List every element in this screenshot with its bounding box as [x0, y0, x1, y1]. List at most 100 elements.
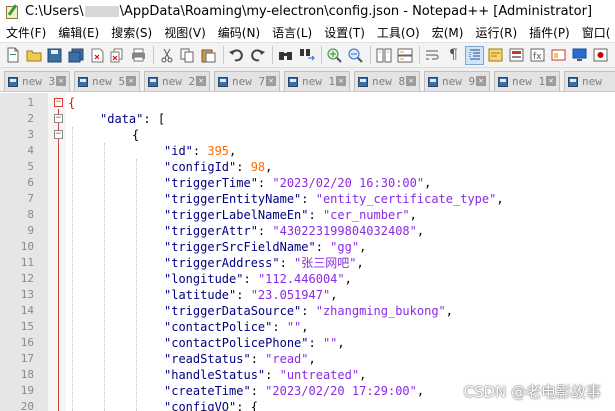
tab-new-2[interactable]: new 2 ✕ — [144, 71, 210, 91]
folder-workspace-icon[interactable] — [549, 46, 568, 65]
line-number: 14 — [20, 304, 34, 317]
code-token: , — [356, 256, 364, 270]
menu-tools[interactable]: 工具(O) — [371, 24, 426, 41]
show-all-chars-icon[interactable]: ¶ — [444, 46, 463, 65]
save-icon[interactable] — [45, 46, 64, 65]
line-number: 10 — [20, 240, 34, 253]
tab-close-icon[interactable]: ✕ — [406, 76, 416, 86]
tab-new-3[interactable]: new 3 ✕ — [4, 71, 70, 91]
tab-new-11[interactable]: new 11 ✕ — [494, 71, 560, 91]
paste-icon[interactable] — [199, 46, 218, 65]
word-wrap-icon[interactable] — [423, 46, 442, 65]
line-number: 1 — [27, 96, 34, 109]
code-line[interactable]: "longitude": "112.446004", — [164, 271, 352, 287]
tab-label: new 7 — [232, 75, 266, 88]
monitor-icon[interactable] — [570, 46, 589, 65]
find-icon[interactable] — [276, 46, 295, 65]
tab-label: new 9 — [442, 75, 476, 88]
menu-run[interactable]: 运行(R) — [469, 24, 523, 41]
open-file-icon[interactable] — [24, 46, 43, 65]
tab-new-7[interactable]: new 7 ✕ — [214, 71, 280, 91]
code-line[interactable]: { — [132, 127, 139, 143]
fold-toggle-icon[interactable]: − — [54, 114, 63, 123]
menu-edit[interactable]: 编辑(E) — [52, 24, 105, 41]
tab-close-icon[interactable]: ✕ — [546, 76, 556, 86]
code-line[interactable]: "triggerAddress": "张三网吧", — [164, 255, 364, 271]
sync-horizontal-icon[interactable] — [395, 46, 414, 65]
close-icon[interactable] — [87, 46, 106, 65]
close-all-icon[interactable] — [108, 46, 127, 65]
code-line[interactable]: "triggerSrcFieldName": "gg", — [164, 239, 366, 255]
line-number: 13 — [20, 288, 34, 301]
zoom-out-icon[interactable] — [346, 46, 365, 65]
undo-icon[interactable] — [227, 46, 246, 65]
tab-new-1[interactable]: new 1 ✕ — [284, 71, 350, 91]
tab-new-5[interactable]: new 5 ✕ — [74, 71, 140, 91]
saved-file-icon — [568, 76, 578, 87]
user-lang-icon[interactable] — [486, 46, 505, 65]
record-macro-icon[interactable] — [591, 46, 610, 65]
save-all-icon[interactable] — [66, 46, 85, 65]
menu-file[interactable]: 文件(F) — [0, 24, 52, 41]
tab-label: new 1 — [302, 75, 336, 88]
sync-vertical-icon[interactable] — [374, 46, 393, 65]
code-token: , — [496, 192, 504, 206]
tab-close-icon[interactable]: ✕ — [336, 76, 346, 86]
code-token: "triggerSrcFieldName" — [164, 240, 316, 254]
code-line[interactable]: "handleStatus": "untreated", — [164, 367, 366, 383]
menu-macro[interactable]: 宏(M) — [426, 24, 470, 41]
menu-language[interactable]: 语言(L) — [266, 24, 318, 41]
code-line[interactable]: "contactPolice": "", — [164, 319, 309, 335]
tab-close-icon[interactable]: ✕ — [196, 76, 206, 86]
function-list-icon[interactable]: fx — [528, 46, 547, 65]
code-line[interactable]: "triggerDataSource": "zhangming_bukong", — [164, 303, 453, 319]
replace-icon[interactable] — [297, 46, 316, 65]
tab-close-icon[interactable]: ✕ — [56, 76, 66, 86]
menu-view[interactable]: 视图(V) — [158, 24, 212, 41]
code-line[interactable]: "readStatus": "read", — [164, 351, 316, 367]
code-token: "112.446004" — [257, 272, 345, 286]
code-line[interactable]: "configId": 98, — [164, 159, 272, 175]
code-line[interactable]: { — [68, 95, 75, 111]
doc-map-icon[interactable] — [507, 46, 526, 65]
fold-toggle-icon[interactable]: − — [54, 130, 63, 139]
zoom-in-icon[interactable] — [325, 46, 344, 65]
code-line[interactable]: "triggerEntityName": "entity_certificate… — [164, 191, 504, 207]
code-line[interactable]: "triggerTime": "2023/02/20 16:30:00", — [164, 175, 431, 191]
code-line[interactable]: "createTime": "2023/02/20 17:29:00", — [164, 383, 424, 399]
menu-search[interactable]: 搜索(S) — [105, 24, 158, 41]
code-line[interactable]: "triggerLabelNameEn": "cer_number", — [164, 207, 417, 223]
code-line[interactable]: "triggerAttr": "430223199804032408", — [164, 223, 424, 239]
code-line[interactable]: "contactPolicePhone": "", — [164, 335, 345, 351]
redo-icon[interactable] — [248, 46, 267, 65]
tab-close-icon[interactable]: ✕ — [476, 76, 486, 86]
window-title: C:\Users\ \AppData\Roaming\my-electron\co… — [25, 4, 592, 19]
menu-plugins[interactable]: 插件(P) — [523, 24, 576, 41]
code-line[interactable]: "id": 395, — [164, 143, 236, 159]
code-token: : — [250, 384, 266, 398]
code-line[interactable]: "configVO": { — [164, 399, 258, 411]
indent-guide-icon[interactable] — [465, 45, 484, 65]
new-file-icon[interactable] — [3, 46, 22, 65]
copy-icon[interactable] — [178, 46, 197, 65]
tab-new-9[interactable]: new 9 ✕ — [424, 71, 490, 91]
tab-close-icon[interactable]: ✕ — [126, 76, 136, 86]
editor-area[interactable]: {"data": [{"id": 395, "configId": 98, "tri… — [0, 93, 615, 411]
code-token: "triggerAttr" — [164, 224, 258, 238]
cut-icon[interactable] — [157, 46, 176, 65]
toolbar-separator — [419, 46, 420, 64]
tab-close-icon[interactable]: ✕ — [266, 76, 276, 86]
menu-settings[interactable]: 设置(T) — [318, 24, 371, 41]
fold-toggle-icon[interactable]: − — [54, 98, 63, 107]
tab-new[interactable]: new — [564, 71, 615, 91]
code-token: "zhangming_bukong" — [315, 304, 446, 318]
menu-encoding[interactable]: 编码(N) — [212, 24, 266, 41]
tab-new-8[interactable]: new 8 ✕ — [354, 71, 420, 91]
code-line[interactable]: "latitude": "23.051947", — [164, 287, 337, 303]
print-icon[interactable] — [129, 46, 148, 65]
code-line[interactable]: "data": [ — [100, 111, 165, 127]
code-token: : — [257, 176, 273, 190]
line-number: 20 — [20, 400, 34, 411]
code-token: 395 — [207, 144, 230, 158]
menu-window[interactable]: 窗口( — [576, 24, 615, 41]
